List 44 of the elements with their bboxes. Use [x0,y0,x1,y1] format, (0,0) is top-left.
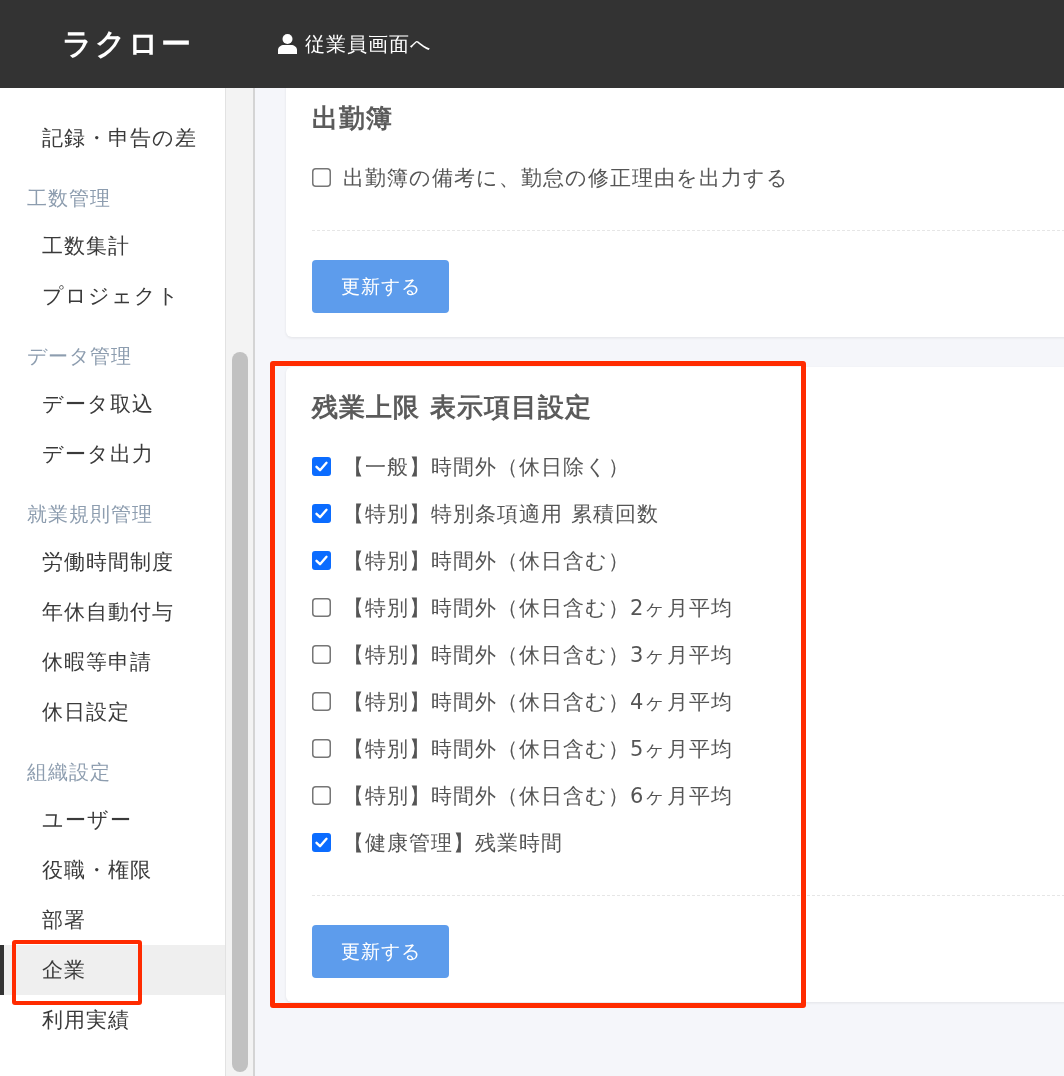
nav-section-heading: データ管理 [26,343,133,370]
nav-item[interactable]: 年休自動付与 [0,587,225,637]
nav-item[interactable]: 部署 [0,895,225,945]
checkbox[interactable] [312,168,331,187]
checkbox[interactable] [312,739,331,758]
nav-item[interactable]: 休暇等申請 [0,637,225,687]
checkbox-label[interactable]: 【一般】時間外（休日除く） [343,452,630,481]
checkbox[interactable] [312,645,331,664]
checkbox-label[interactable]: 【特別】時間外（休日含む）5ヶ月平均 [343,734,734,763]
nav-item[interactable]: 労働時間制度 [0,537,225,587]
checkbox-label[interactable]: 出勤簿の備考に、勤怠の修正理由を出力する [343,163,789,192]
nav-item[interactable]: 工数集計 [0,221,225,271]
checkbox[interactable] [312,551,331,570]
nav-section-heading: 組織設定 [26,759,112,786]
nav-section-heading: 就業規則管理 [26,501,154,528]
scrollbar-thumb[interactable] [232,352,248,1072]
checkbox[interactable] [312,692,331,711]
nav-item[interactable]: 役職・権限 [0,845,225,895]
logo: ラクロー [62,25,193,61]
employee-screen-link[interactable]: 従業員画面へ [278,30,431,58]
checkbox-label[interactable]: 【特別】時間外（休日含む）4ヶ月平均 [343,687,734,716]
checkbox-label[interactable]: 【特別】時間外（休日含む）6ヶ月平均 [343,781,734,810]
nav-item[interactable]: 企業 [0,945,225,995]
checkbox-label[interactable]: 【特別】時間外（休日含む） [343,546,630,575]
checkbox[interactable] [312,786,331,805]
nav-item[interactable]: 記録・申告の差 [0,113,225,163]
checkbox-label[interactable]: 【特別】時間外（休日含む）3ヶ月平均 [343,640,734,669]
nav-item[interactable]: 休日設定 [0,687,225,737]
nav-item[interactable]: プロジェクト [0,271,225,321]
checkbox-label[interactable]: 【健康管理】残業時間 [343,828,563,857]
nav-section-heading: 工数管理 [26,185,112,212]
nav-item[interactable]: ユーザー [0,795,225,845]
checkbox[interactable] [312,504,331,523]
checkbox[interactable] [312,833,331,852]
card-title: 出勤簿 [312,102,394,134]
card-title: 残業上限 表示項目設定 [312,391,594,423]
nav-item[interactable]: データ取込 [0,379,225,429]
checkbox[interactable] [312,598,331,617]
checkbox-label[interactable]: 【特別】時間外（休日含む）2ヶ月平均 [343,593,734,622]
checkbox-label[interactable]: 【特別】特別条項適用 累積回数 [343,499,659,528]
nav-item[interactable]: 利用実績 [0,995,225,1045]
nav-item[interactable]: データ出力 [0,429,225,479]
user-icon [278,34,297,54]
checkbox[interactable] [312,457,331,476]
